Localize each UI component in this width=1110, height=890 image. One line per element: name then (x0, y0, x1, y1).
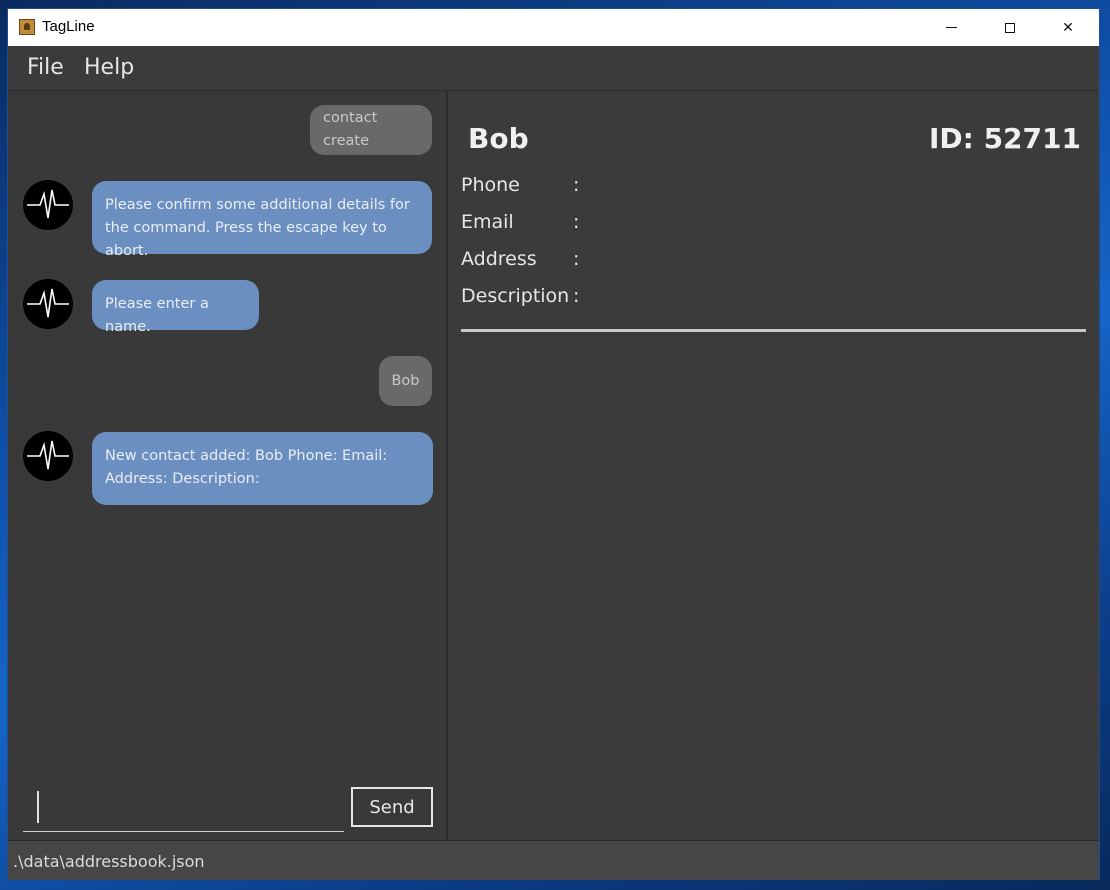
field-colon: : (573, 211, 580, 233)
close-button[interactable]: ✕ (1045, 9, 1091, 46)
close-icon: ✕ (1062, 19, 1074, 35)
menu-file[interactable]: File (27, 55, 64, 80)
app-window: TagLine ✕ File Help contact create Pleas… (8, 9, 1099, 880)
user-message-bubble: Bob (379, 356, 432, 406)
field-colon: : (573, 174, 580, 196)
bot-avatar (23, 180, 73, 230)
heartbeat-icon (27, 440, 69, 470)
contact-id: ID: 52711 (928, 122, 1081, 155)
field-label-description: Description (461, 285, 570, 307)
send-button[interactable]: Send (351, 787, 433, 827)
bot-message-bubble: Please enter a name. (92, 280, 259, 335)
bot-avatar (23, 279, 73, 329)
chat-panel: contact create Please confirm some addit… (8, 91, 446, 840)
contact-name: Bob (468, 122, 529, 155)
contact-detail-panel: Bob ID: 52711 Phone : Email : Address : … (448, 91, 1099, 840)
minimize-button[interactable] (928, 9, 974, 46)
maximize-icon (1005, 22, 1015, 33)
status-bar: .\data\addressbook.json (8, 840, 1099, 880)
field-label-phone: Phone (461, 174, 520, 196)
window-title: TagLine (42, 18, 95, 35)
bot-message-bubble: New contact added: Bob Phone: Email: Add… (92, 432, 433, 505)
command-input[interactable] (23, 785, 344, 832)
file-path-status: .\data\addressbook.json (13, 852, 205, 871)
bot-avatar (23, 431, 73, 481)
heartbeat-icon (27, 189, 69, 219)
field-label-address: Address (461, 248, 537, 270)
text-caret (37, 791, 39, 823)
app-logo-icon (19, 19, 35, 35)
user-message-bubble: contact create (310, 105, 432, 155)
bot-message-bubble: Please confirm some additional details f… (92, 181, 432, 259)
maximize-button[interactable] (987, 9, 1033, 46)
detail-separator (461, 329, 1086, 332)
heartbeat-icon (27, 288, 69, 318)
field-colon: : (573, 248, 580, 270)
menu-bar: File Help (8, 46, 1099, 91)
title-bar[interactable]: TagLine ✕ (8, 9, 1099, 46)
field-colon: : (573, 285, 580, 307)
minimize-icon (945, 27, 957, 28)
menu-help[interactable]: Help (84, 55, 134, 80)
field-label-email: Email (461, 211, 514, 233)
